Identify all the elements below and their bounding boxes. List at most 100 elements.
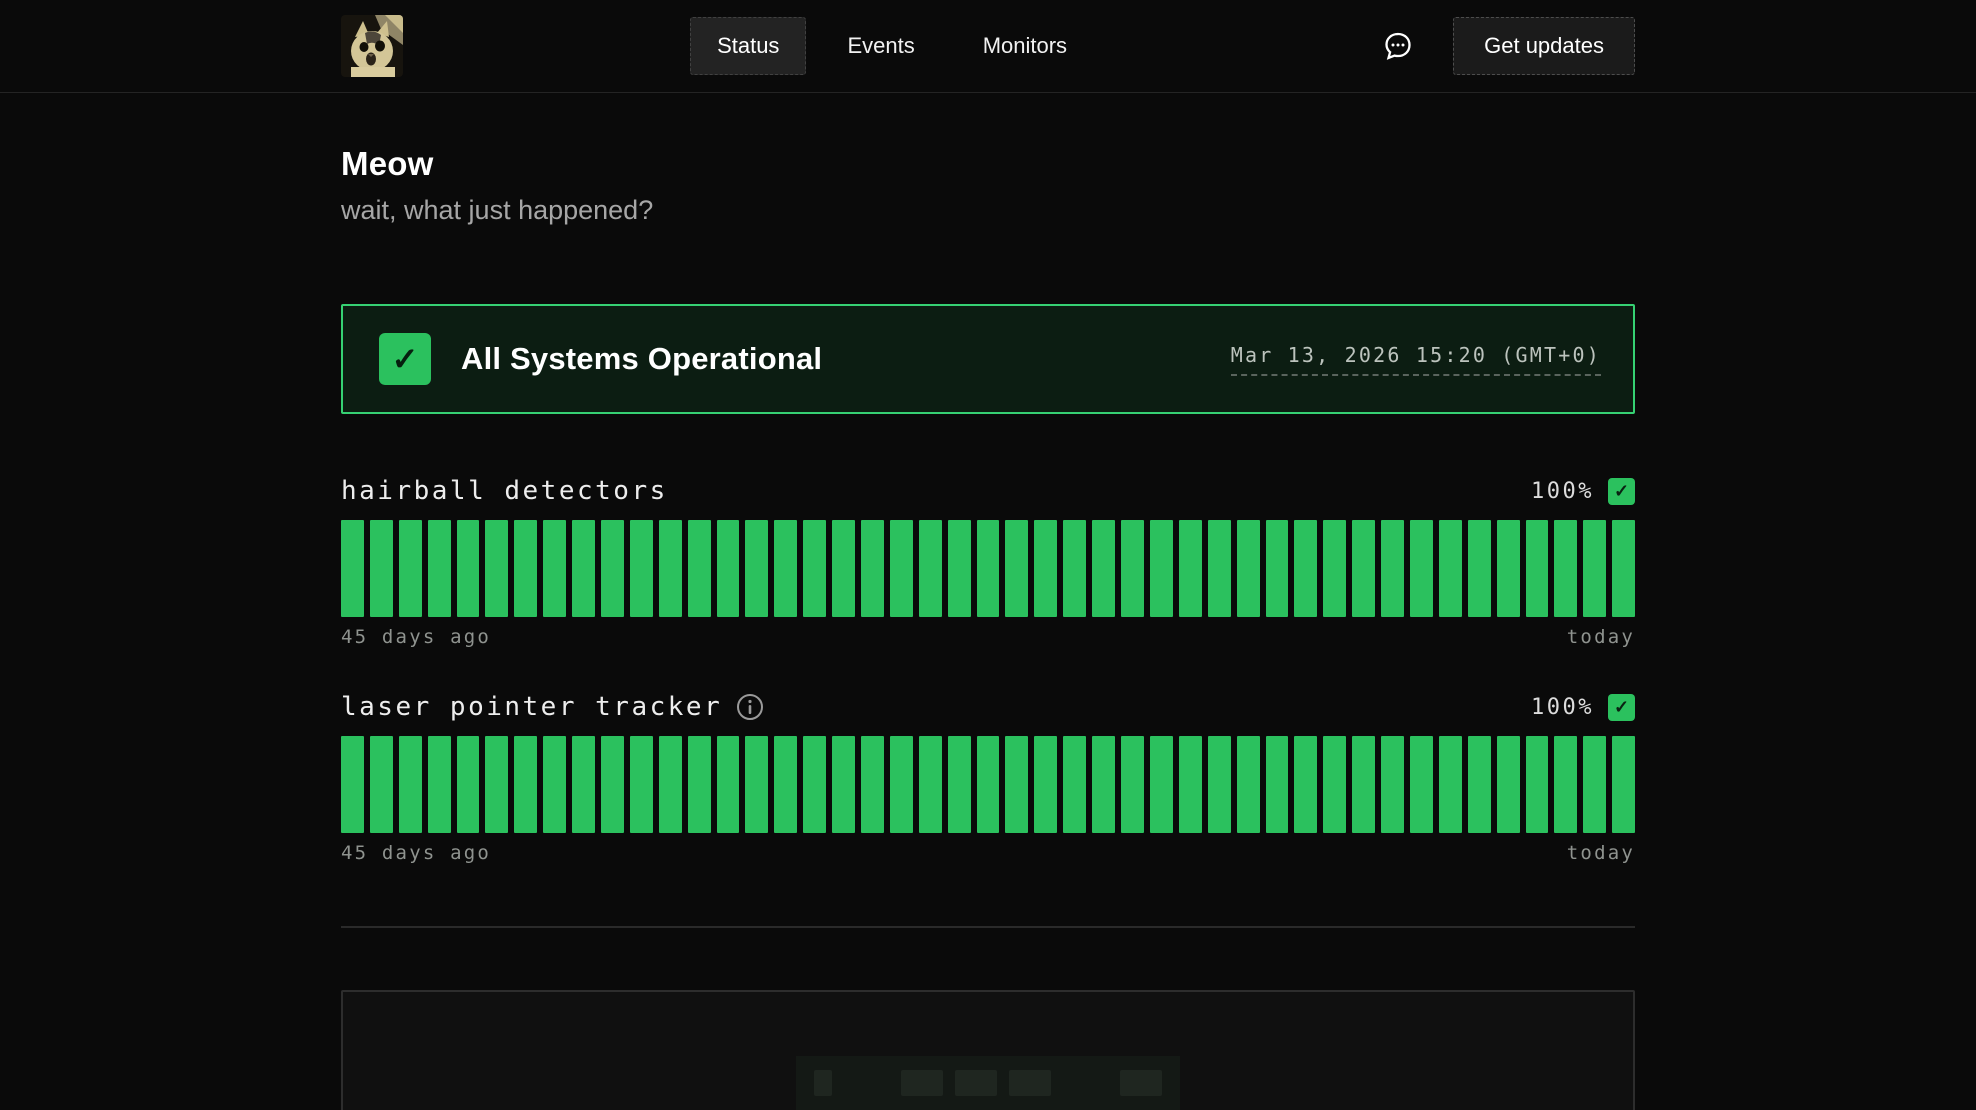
monitor-status-checkbox[interactable]: ✓ [1608, 694, 1635, 721]
uptime-bar[interactable] [1612, 736, 1635, 833]
uptime-bar[interactable] [1554, 520, 1577, 617]
uptime-bar[interactable] [1526, 520, 1549, 617]
uptime-bar[interactable] [1439, 736, 1462, 833]
uptime-bar[interactable] [341, 520, 364, 617]
get-updates-button[interactable]: Get updates [1453, 17, 1635, 75]
chat-button[interactable] [1381, 29, 1415, 63]
uptime-bar[interactable] [919, 520, 942, 617]
uptime-bar[interactable] [1352, 736, 1375, 833]
uptime-bar[interactable] [861, 520, 884, 617]
uptime-bar[interactable] [1352, 520, 1375, 617]
uptime-bar[interactable] [1237, 736, 1260, 833]
uptime-bar[interactable] [717, 736, 740, 833]
uptime-bar[interactable] [659, 520, 682, 617]
uptime-bar[interactable] [832, 736, 855, 833]
uptime-bar[interactable] [1323, 736, 1346, 833]
uptime-bar[interactable] [630, 736, 653, 833]
uptime-bar[interactable] [1150, 520, 1173, 617]
uptime-bar[interactable] [717, 520, 740, 617]
uptime-bar[interactable] [1266, 520, 1289, 617]
uptime-bar[interactable] [948, 736, 971, 833]
uptime-bar[interactable] [543, 736, 566, 833]
tab-events[interactable]: Events [820, 17, 941, 75]
uptime-bar[interactable] [774, 736, 797, 833]
uptime-bar[interactable] [485, 520, 508, 617]
uptime-bar[interactable] [1497, 736, 1520, 833]
uptime-bar[interactable] [1583, 520, 1606, 617]
tab-status[interactable]: Status [690, 17, 806, 75]
uptime-bar[interactable] [1468, 520, 1491, 617]
uptime-bar[interactable] [688, 520, 711, 617]
uptime-bar[interactable] [457, 736, 480, 833]
uptime-bar[interactable] [1554, 736, 1577, 833]
uptime-bar[interactable] [1468, 736, 1491, 833]
uptime-bar[interactable] [1034, 520, 1057, 617]
uptime-bar[interactable] [1439, 520, 1462, 617]
uptime-bar[interactable] [485, 736, 508, 833]
uptime-bar[interactable] [774, 520, 797, 617]
uptime-bar[interactable] [890, 736, 913, 833]
uptime-bar[interactable] [514, 520, 537, 617]
uptime-bar[interactable] [832, 520, 855, 617]
uptime-bar[interactable] [543, 520, 566, 617]
uptime-bar[interactable] [1034, 736, 1057, 833]
cat-logo[interactable] [341, 15, 403, 77]
uptime-bar[interactable] [1005, 520, 1028, 617]
uptime-bar[interactable] [572, 520, 595, 617]
uptime-bar[interactable] [1294, 520, 1317, 617]
uptime-bar[interactable] [1092, 736, 1115, 833]
uptime-bar[interactable] [1526, 736, 1549, 833]
uptime-bar[interactable] [948, 520, 971, 617]
uptime-bar[interactable] [1208, 520, 1231, 617]
uptime-bar[interactable] [890, 520, 913, 617]
uptime-bar[interactable] [341, 736, 364, 833]
uptime-bar[interactable] [1497, 520, 1520, 617]
uptime-bar[interactable] [919, 736, 942, 833]
uptime-bar[interactable] [1092, 520, 1115, 617]
uptime-bar[interactable] [1179, 736, 1202, 833]
uptime-bar[interactable] [659, 736, 682, 833]
uptime-bar[interactable] [1583, 736, 1606, 833]
uptime-bar[interactable] [688, 736, 711, 833]
uptime-bar[interactable] [1410, 520, 1433, 617]
uptime-bar[interactable] [803, 520, 826, 617]
uptime-bar[interactable] [1410, 736, 1433, 833]
uptime-bar[interactable] [514, 736, 537, 833]
info-icon[interactable] [736, 693, 764, 721]
uptime-bar[interactable] [1266, 736, 1289, 833]
uptime-bar[interactable] [399, 520, 422, 617]
uptime-bar[interactable] [977, 736, 1000, 833]
uptime-bar[interactable] [572, 736, 595, 833]
tab-monitors[interactable]: Monitors [956, 17, 1094, 75]
uptime-bar[interactable] [630, 520, 653, 617]
uptime-bar[interactable] [428, 736, 451, 833]
uptime-bar[interactable] [428, 520, 451, 617]
uptime-bar[interactable] [1063, 520, 1086, 617]
uptime-bar[interactable] [1381, 736, 1404, 833]
uptime-bar[interactable] [370, 520, 393, 617]
uptime-bar[interactable] [601, 736, 624, 833]
uptime-bar[interactable] [1121, 520, 1144, 617]
uptime-bar[interactable] [399, 736, 422, 833]
uptime-bar[interactable] [601, 520, 624, 617]
uptime-bar[interactable] [1208, 736, 1231, 833]
uptime-bar[interactable] [1063, 736, 1086, 833]
uptime-bar[interactable] [1237, 520, 1260, 617]
uptime-bar[interactable] [1121, 736, 1144, 833]
uptime-bar[interactable] [745, 520, 768, 617]
uptime-bar[interactable] [1005, 736, 1028, 833]
status-timestamp[interactable]: Mar 13, 2026 15:20 (GMT+0) [1231, 343, 1601, 376]
uptime-bar[interactable] [1612, 520, 1635, 617]
uptime-bar[interactable] [745, 736, 768, 833]
uptime-bar[interactable] [370, 736, 393, 833]
uptime-bar[interactable] [803, 736, 826, 833]
uptime-bar[interactable] [861, 736, 884, 833]
uptime-bar[interactable] [1381, 520, 1404, 617]
uptime-bar[interactable] [1323, 520, 1346, 617]
monitor-status-checkbox[interactable]: ✓ [1608, 478, 1635, 505]
uptime-bar[interactable] [1150, 736, 1173, 833]
uptime-bar[interactable] [457, 520, 480, 617]
uptime-bar[interactable] [1294, 736, 1317, 833]
uptime-bar[interactable] [977, 520, 1000, 617]
uptime-bar[interactable] [1179, 520, 1202, 617]
